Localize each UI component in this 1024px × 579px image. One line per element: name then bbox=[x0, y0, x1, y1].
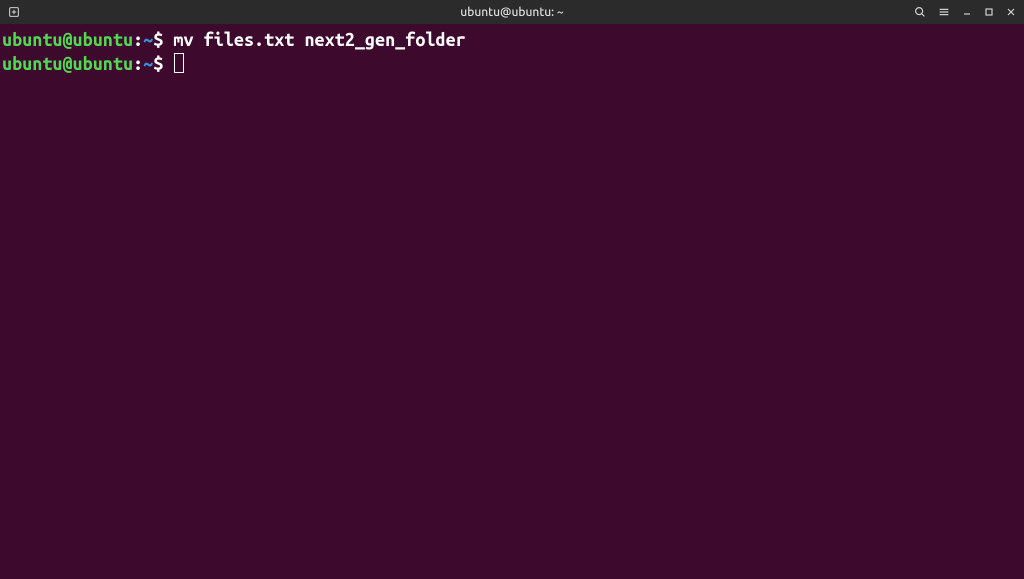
terminal-area[interactable]: ubuntu@ubuntu:~$ mv files.txt next2_gen_… bbox=[0, 24, 1024, 80]
prompt-colon: : bbox=[133, 52, 143, 76]
window-title: ubuntu@ubuntu: ~ bbox=[460, 6, 563, 19]
terminal-line: ubuntu@ubuntu:~$ bbox=[2, 52, 1022, 76]
search-button[interactable] bbox=[910, 2, 930, 22]
prompt-user-host: ubuntu@ubuntu bbox=[2, 52, 133, 76]
prompt-colon: : bbox=[133, 28, 143, 52]
prompt-path: ~ bbox=[143, 52, 153, 76]
cursor-icon bbox=[174, 53, 184, 73]
prompt-user-host: ubuntu@ubuntu bbox=[2, 28, 133, 52]
prompt-dollar: $ bbox=[153, 52, 173, 76]
minimize-button[interactable] bbox=[958, 3, 976, 21]
new-tab-button[interactable] bbox=[4, 2, 24, 22]
window-titlebar: ubuntu@ubuntu: ~ bbox=[0, 0, 1024, 24]
maximize-button[interactable] bbox=[980, 3, 998, 21]
command-text: mv files.txt next2_gen_folder bbox=[173, 28, 465, 52]
menu-button[interactable] bbox=[934, 2, 954, 22]
prompt-path: ~ bbox=[143, 28, 153, 52]
terminal-line: ubuntu@ubuntu:~$ mv files.txt next2_gen_… bbox=[2, 28, 1022, 52]
close-button[interactable] bbox=[1002, 3, 1020, 21]
prompt-dollar: $ bbox=[153, 28, 173, 52]
